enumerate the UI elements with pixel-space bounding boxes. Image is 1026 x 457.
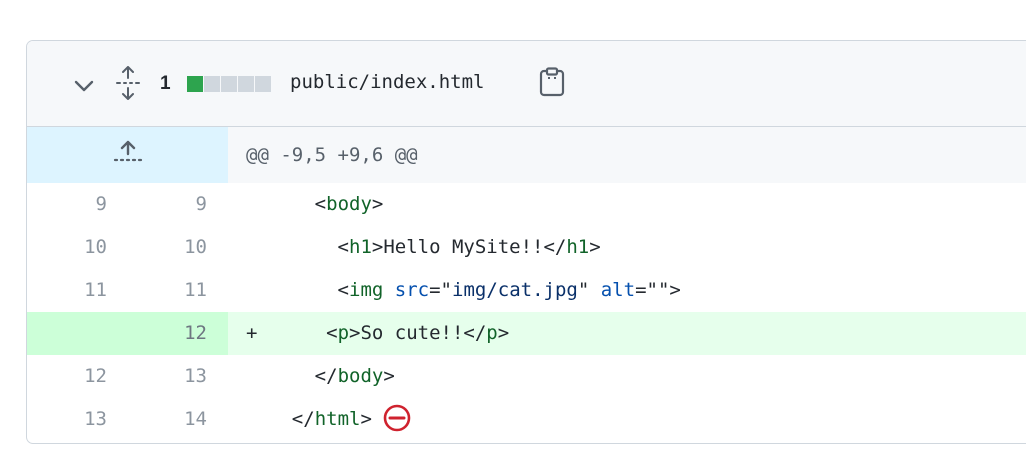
code-line: </html> [246, 398, 412, 441]
code-line: </body> [246, 355, 395, 398]
tag-name: body [326, 193, 372, 215]
code-text: > [371, 193, 384, 215]
code-text: " [577, 279, 601, 301]
hunk-expander[interactable] [27, 127, 228, 183]
new-line-number[interactable]: 10 [171, 226, 207, 269]
old-line-number[interactable]: 13 [71, 398, 107, 441]
diff-line-context: 10 10 <h1>Hello MySite!!</h1> [27, 226, 1026, 269]
old-line-number[interactable]: 12 [71, 355, 107, 398]
new-line-number[interactable]: 12 [171, 312, 207, 355]
new-line-number[interactable]: 9 [171, 183, 207, 226]
tag-name: h1 [349, 236, 372, 258]
new-line-number[interactable]: 13 [171, 355, 207, 398]
unfold-icon[interactable] [115, 66, 141, 100]
diff-marker: + [246, 322, 258, 344]
old-line-number[interactable]: 10 [71, 226, 107, 269]
diffstat-neutral-block [255, 76, 271, 92]
code-line: <body> [246, 183, 384, 226]
code-line: + <p>So cute!!</p> [246, 312, 509, 355]
diff-line-context: 13 14 </html> [27, 398, 1026, 441]
diff-marker [246, 193, 257, 215]
diffstat-added-block [187, 76, 203, 92]
change-count: 1 [160, 73, 171, 94]
diff-line-added: 12 + <p>So cute!!</p> [27, 312, 1026, 355]
code-text: =" [429, 279, 452, 301]
tag-name: h1 [566, 236, 590, 258]
attr-name: src [394, 279, 430, 301]
chevron-down-icon[interactable] [73, 75, 95, 97]
tag-name: p [337, 322, 350, 344]
code-text: < [314, 193, 327, 215]
expand-up-icon[interactable] [113, 139, 143, 163]
new-line-number[interactable]: 14 [171, 398, 207, 441]
tag-name: html [314, 408, 361, 430]
code-text: < [337, 236, 349, 258]
code-text: =""> [635, 279, 681, 301]
attr-value: img/cat.jpg [452, 279, 578, 301]
diff-marker [246, 365, 257, 387]
diffstat-neutral-block [238, 76, 254, 92]
file-name[interactable]: public/index.html [290, 71, 484, 93]
code-text: > [589, 236, 601, 258]
code-text: </ [291, 408, 315, 430]
code-text: < [326, 322, 338, 344]
attr-name: alt [600, 279, 636, 301]
diff-file: 1 public/index.html @@ -9,5 +9,6 @@ 9 9 <… [26, 40, 1026, 444]
old-line-number[interactable]: 11 [71, 269, 107, 312]
diff-marker [246, 408, 257, 430]
code-text: >So cute!!</ [349, 322, 487, 344]
copy-path-icon[interactable] [538, 67, 566, 97]
diff-line-context: 12 13 </body> [27, 355, 1026, 398]
tag-name: body [337, 365, 384, 387]
file-header: 1 public/index.html [27, 41, 1026, 127]
tag-name: p [486, 322, 498, 344]
code-text: >Hello MySite!!</ [371, 236, 567, 258]
old-line-number[interactable]: 9 [71, 183, 107, 226]
code-text: > [497, 322, 510, 344]
diff-marker [246, 279, 257, 301]
diffstat-neutral-block [204, 76, 220, 92]
diff-line-context: 9 9 <body> [27, 183, 1026, 226]
tag-name: img [349, 279, 384, 301]
code-text: </ [314, 365, 338, 387]
diff-lines: 99 <body> 10 10 <h1>Hello MySite!!</h1> 11 1… [27, 183, 1026, 441]
diffstat [187, 76, 271, 92]
code-text: < [337, 279, 349, 301]
code-text: > [360, 408, 372, 430]
no-entry-icon [383, 404, 411, 431]
code-line: <img src="img/cat.jpg" alt=""> [246, 269, 681, 312]
code-line: <h1>Hello MySite!!</h1> [246, 226, 601, 269]
diffstat-neutral-block [221, 76, 237, 92]
diff-line-context: 11 11 <img src="img/cat.jpg" alt=""> [27, 269, 1026, 312]
hunk-header-text: @@ -9,5 +9,6 @@ [246, 144, 418, 166]
code-text: > [383, 365, 395, 387]
diff-marker [246, 236, 257, 258]
new-line-number[interactable]: 11 [171, 269, 207, 312]
hunk-header-row: @@ -9,5 +9,6 @@ [27, 127, 1026, 183]
